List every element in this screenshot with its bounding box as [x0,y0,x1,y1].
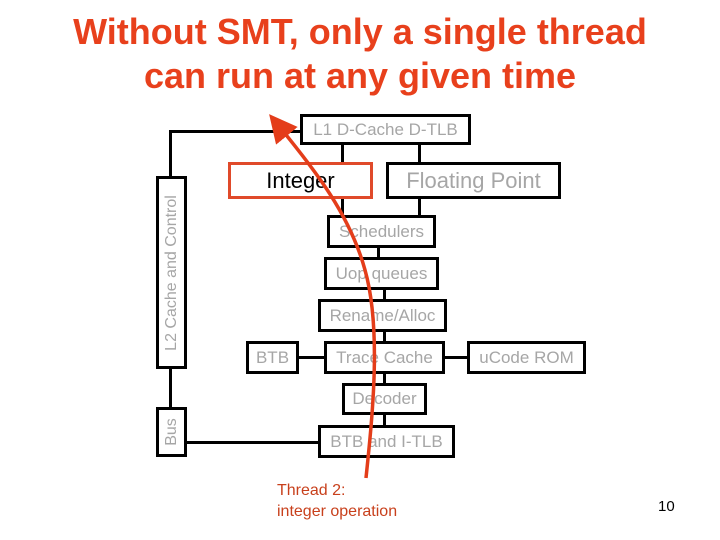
thread-annotation-line2: integer operation [277,503,398,520]
thread-annotation-line1: Thread 2: [277,482,346,499]
page-number: 10 [658,498,675,515]
thread-2-arrow [269,114,377,479]
thread-annotation: Thread 2: integer operation [277,480,397,522]
thread-path-overlay [269,114,377,479]
